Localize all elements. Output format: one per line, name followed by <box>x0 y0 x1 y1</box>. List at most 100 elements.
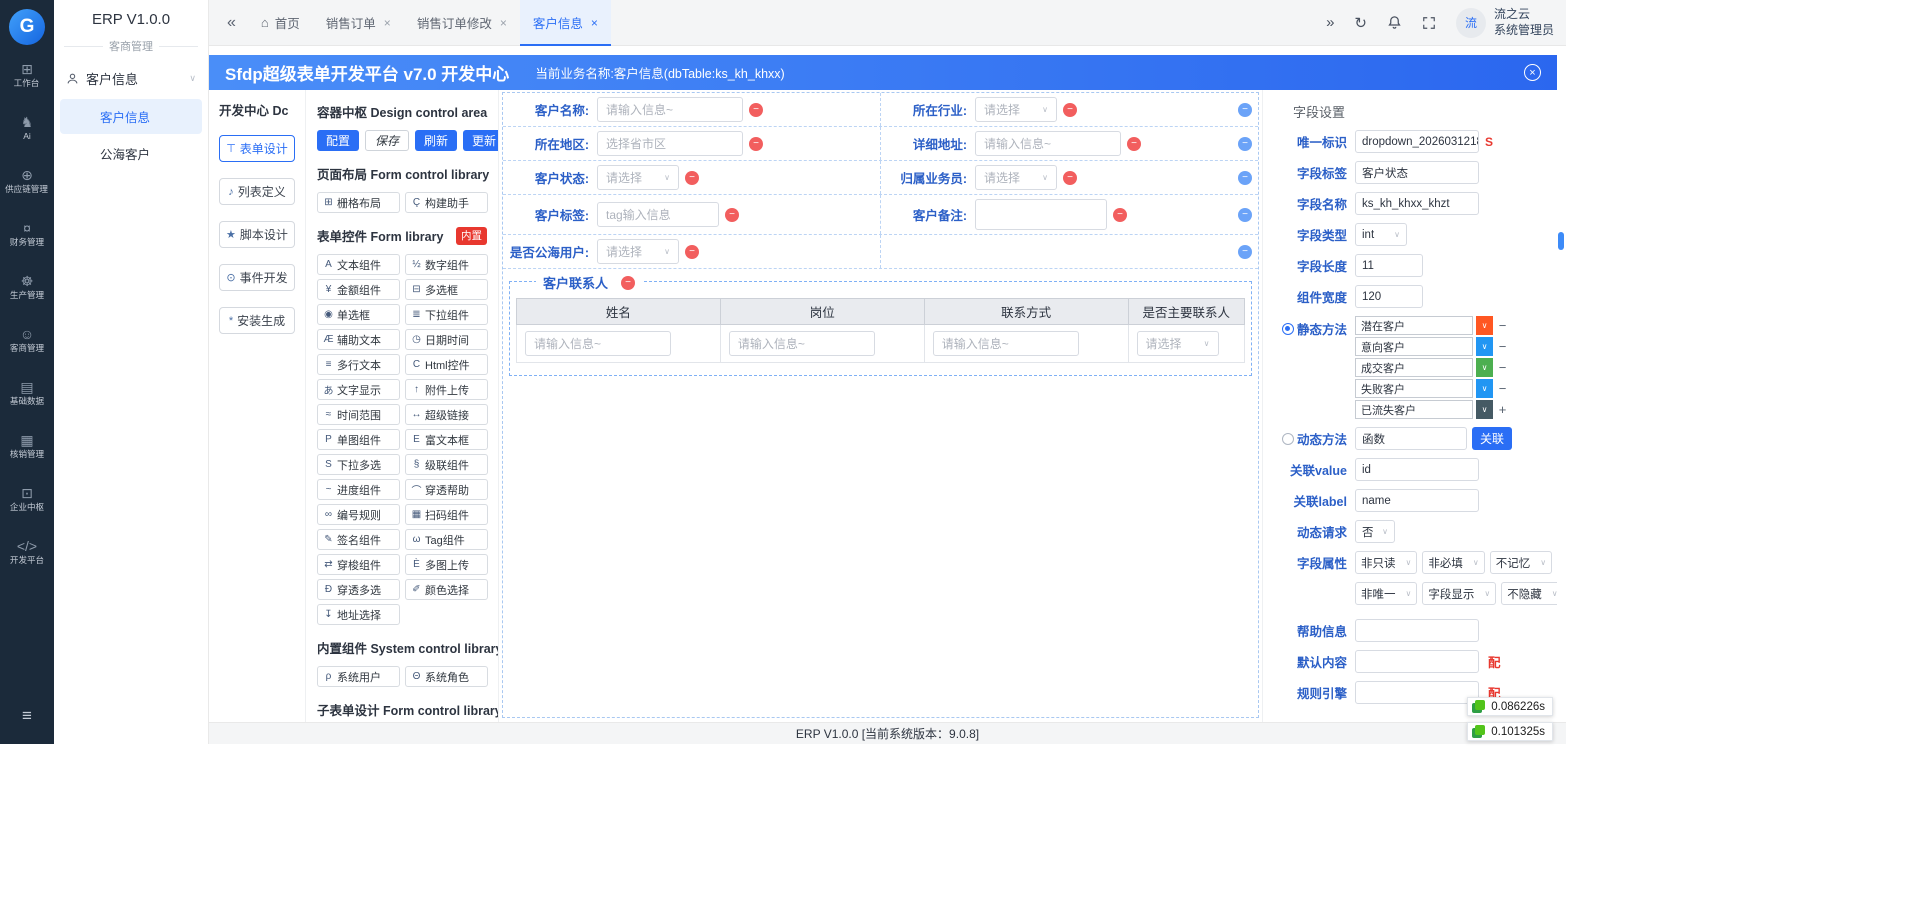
field-type-select[interactable]: int ∨ <box>1355 223 1407 246</box>
attr-select[interactable]: 非只读 ∨ <box>1355 551 1418 574</box>
option-color-select[interactable]: ∨ <box>1476 337 1493 356</box>
library-item[interactable]: ∞ 编号规则 <box>317 504 400 525</box>
remove-subform-icon[interactable]: − <box>621 275 636 290</box>
bell-icon[interactable] <box>1387 15 1402 30</box>
remove-field-icon[interactable]: − <box>685 244 699 259</box>
nav-dev-platform[interactable]: </> 开发平台 <box>9 538 45 566</box>
library-item[interactable]: ω Tag组件 <box>405 529 488 550</box>
close-tab-icon[interactable]: × <box>384 16 391 30</box>
dynamic-request-select[interactable]: 否 ∨ <box>1355 520 1395 543</box>
field-label-input[interactable]: 客户状态 <box>1355 161 1479 184</box>
dynamic-method-radio[interactable] <box>1281 432 1294 445</box>
library-item[interactable]: ◉ 单选框 <box>317 304 400 325</box>
nav-ai[interactable]: ♞ Ai <box>21 114 34 142</box>
vertical-scrollbar-thumb[interactable] <box>1558 232 1564 250</box>
remove-option-icon[interactable]: − <box>1496 340 1509 353</box>
library-item[interactable]: ◷ 日期时间 <box>405 329 488 350</box>
nav-verification[interactable]: ▦ 核销管理 <box>9 432 45 460</box>
expand-tabs-icon[interactable]: » <box>1326 14 1334 31</box>
rel-value-input[interactable]: id <box>1355 458 1479 481</box>
rel-label-input[interactable]: name <box>1355 489 1479 512</box>
field-input[interactable]: 选择省市区 <box>597 131 743 156</box>
library-item[interactable]: ≈ 时间范围 <box>317 404 400 425</box>
option-value-input[interactable]: 成交客户 <box>1355 358 1473 377</box>
library-item[interactable]: Đ 穿透多选 <box>317 579 400 600</box>
subform-input[interactable]: 请输入信息~ <box>525 331 671 356</box>
library-item[interactable]: ≡ 多行文本 <box>317 354 400 375</box>
update-button[interactable]: 更新 <box>463 130 498 151</box>
dynamic-method-input[interactable]: 函数 <box>1355 427 1467 450</box>
tab-sales-order-edit[interactable]: 销售订单修改 × <box>404 0 520 46</box>
remove-field-icon[interactable]: − <box>1113 207 1127 222</box>
remove-option-icon[interactable]: − <box>1496 361 1509 374</box>
library-item[interactable]: È 多图上传 <box>405 554 488 575</box>
library-item[interactable]: C Html控件 <box>405 354 488 375</box>
option-value-input[interactable]: 潜在客户 <box>1355 316 1473 335</box>
library-item[interactable]: ≣ 下拉组件 <box>405 304 488 325</box>
attr-select[interactable]: 不隐藏 ∨ <box>1501 582 1557 605</box>
remove-option-icon[interactable]: − <box>1496 382 1509 395</box>
remove-row-icon[interactable]: − <box>1238 244 1252 259</box>
field-select[interactable]: 请选择 ∨ <box>975 97 1057 122</box>
app-logo[interactable]: G <box>9 9 45 45</box>
dev-install-generate[interactable]: * 安装生成 <box>219 307 295 334</box>
nav-base-data[interactable]: ▤ 基础数据 <box>9 379 45 407</box>
subform-select[interactable]: 请选择 ∨ <box>1136 331 1219 356</box>
library-item[interactable]: E 富文本框 <box>405 429 488 450</box>
option-color-select[interactable]: ∨ <box>1476 379 1493 398</box>
remove-option-icon[interactable]: − <box>1496 319 1509 332</box>
library-item[interactable]: ⇄ 穿梭组件 <box>317 554 400 575</box>
subform-input[interactable]: 请输入信息~ <box>728 331 875 356</box>
field-name-input[interactable]: ks_kh_khxx_khzt <box>1355 192 1479 215</box>
user-menu[interactable]: 流 流之云 系统管理员 <box>1455 7 1554 38</box>
remove-field-icon[interactable]: − <box>725 207 739 222</box>
library-item[interactable]: ✎ 签名组件 <box>317 529 400 550</box>
library-item[interactable]: A 文本组件 <box>317 254 400 275</box>
nav-supply-chain[interactable]: ⊕ 供应链管理 <box>4 167 49 195</box>
library-item[interactable]: ✐ 颜色选择 <box>405 579 488 600</box>
library-item[interactable]: ¥ 金额组件 <box>317 279 400 300</box>
form-field-cell[interactable]: 所在行业: 请选择 ∨ − <box>881 93 1258 126</box>
option-color-select[interactable]: ∨ <box>1476 358 1493 377</box>
form-field-cell[interactable]: 客户备注: − <box>881 195 1258 234</box>
dev-script-design[interactable]: ★ 脚本设计 <box>219 221 295 248</box>
form-field-cell[interactable]: 归属业务员: 请选择 ∨ − <box>881 161 1258 194</box>
remove-field-icon[interactable]: − <box>749 102 763 117</box>
rule-engine-input[interactable] <box>1355 681 1479 704</box>
form-field-cell[interactable]: 详细地址: 请输入信息~ − <box>881 127 1258 160</box>
dev-form-design[interactable]: ⊤ 表单设计 <box>219 135 295 162</box>
remove-row-icon[interactable]: − <box>1238 136 1252 151</box>
field-input[interactable]: 请输入信息~ <box>597 97 743 122</box>
library-item[interactable]: ▦ 扫码组件 <box>405 504 488 525</box>
field-input[interactable]: tag输入信息 <box>597 202 719 227</box>
fullscreen-icon[interactable] <box>1422 16 1436 30</box>
dev-event-dev[interactable]: ⊙ 事件开发 <box>219 264 295 291</box>
library-item[interactable]: ↧ 地址选择 <box>317 604 400 625</box>
tab-customer-info[interactable]: 客户信息 × <box>519 0 611 46</box>
remove-row-icon[interactable]: − <box>1238 170 1252 185</box>
form-field-cell[interactable]: 客户名称: 请输入信息~ − <box>503 93 881 126</box>
option-value-input[interactable]: 失败客户 <box>1355 379 1473 398</box>
nav-production[interactable]: ☸ 生产管理 <box>9 273 45 301</box>
unique-id-input[interactable]: dropdown_202603121807 <box>1355 130 1479 153</box>
option-value-input[interactable]: 已流失客户 <box>1355 400 1473 419</box>
attr-select[interactable]: 非必填 ∨ <box>1422 551 1485 574</box>
attr-select[interactable]: 字段显示 ∨ <box>1422 582 1497 605</box>
field-select[interactable]: 请选择 ∨ <box>597 165 679 190</box>
hamburger-menu-icon[interactable]: ≡ <box>22 706 32 726</box>
field-input[interactable]: 请输入信息~ <box>975 131 1121 156</box>
attr-select[interactable]: 不记忆 ∨ <box>1489 551 1553 574</box>
field-select[interactable]: 请选择 ∨ <box>975 165 1057 190</box>
subform-input[interactable]: 请输入信息~ <box>932 331 1079 356</box>
sidebar-group-customer-info[interactable]: 客户信息 ∨ <box>54 60 208 97</box>
library-item[interactable]: ⌒ 穿透帮助 <box>405 479 488 500</box>
configure-default-link[interactable]: 配 <box>1488 652 1501 671</box>
library-item[interactable]: ½ 数字组件 <box>405 254 488 275</box>
default-content-input[interactable] <box>1355 650 1479 673</box>
add-option-icon[interactable]: + <box>1496 403 1509 416</box>
remove-field-icon[interactable]: − <box>1063 170 1077 185</box>
component-width-input[interactable]: 120 <box>1355 285 1423 308</box>
close-tab-icon[interactable]: × <box>500 16 507 30</box>
sidebar-item-customer-info[interactable]: 客户信息 <box>60 99 202 134</box>
refresh-icon[interactable]: ↻ <box>1354 14 1367 32</box>
